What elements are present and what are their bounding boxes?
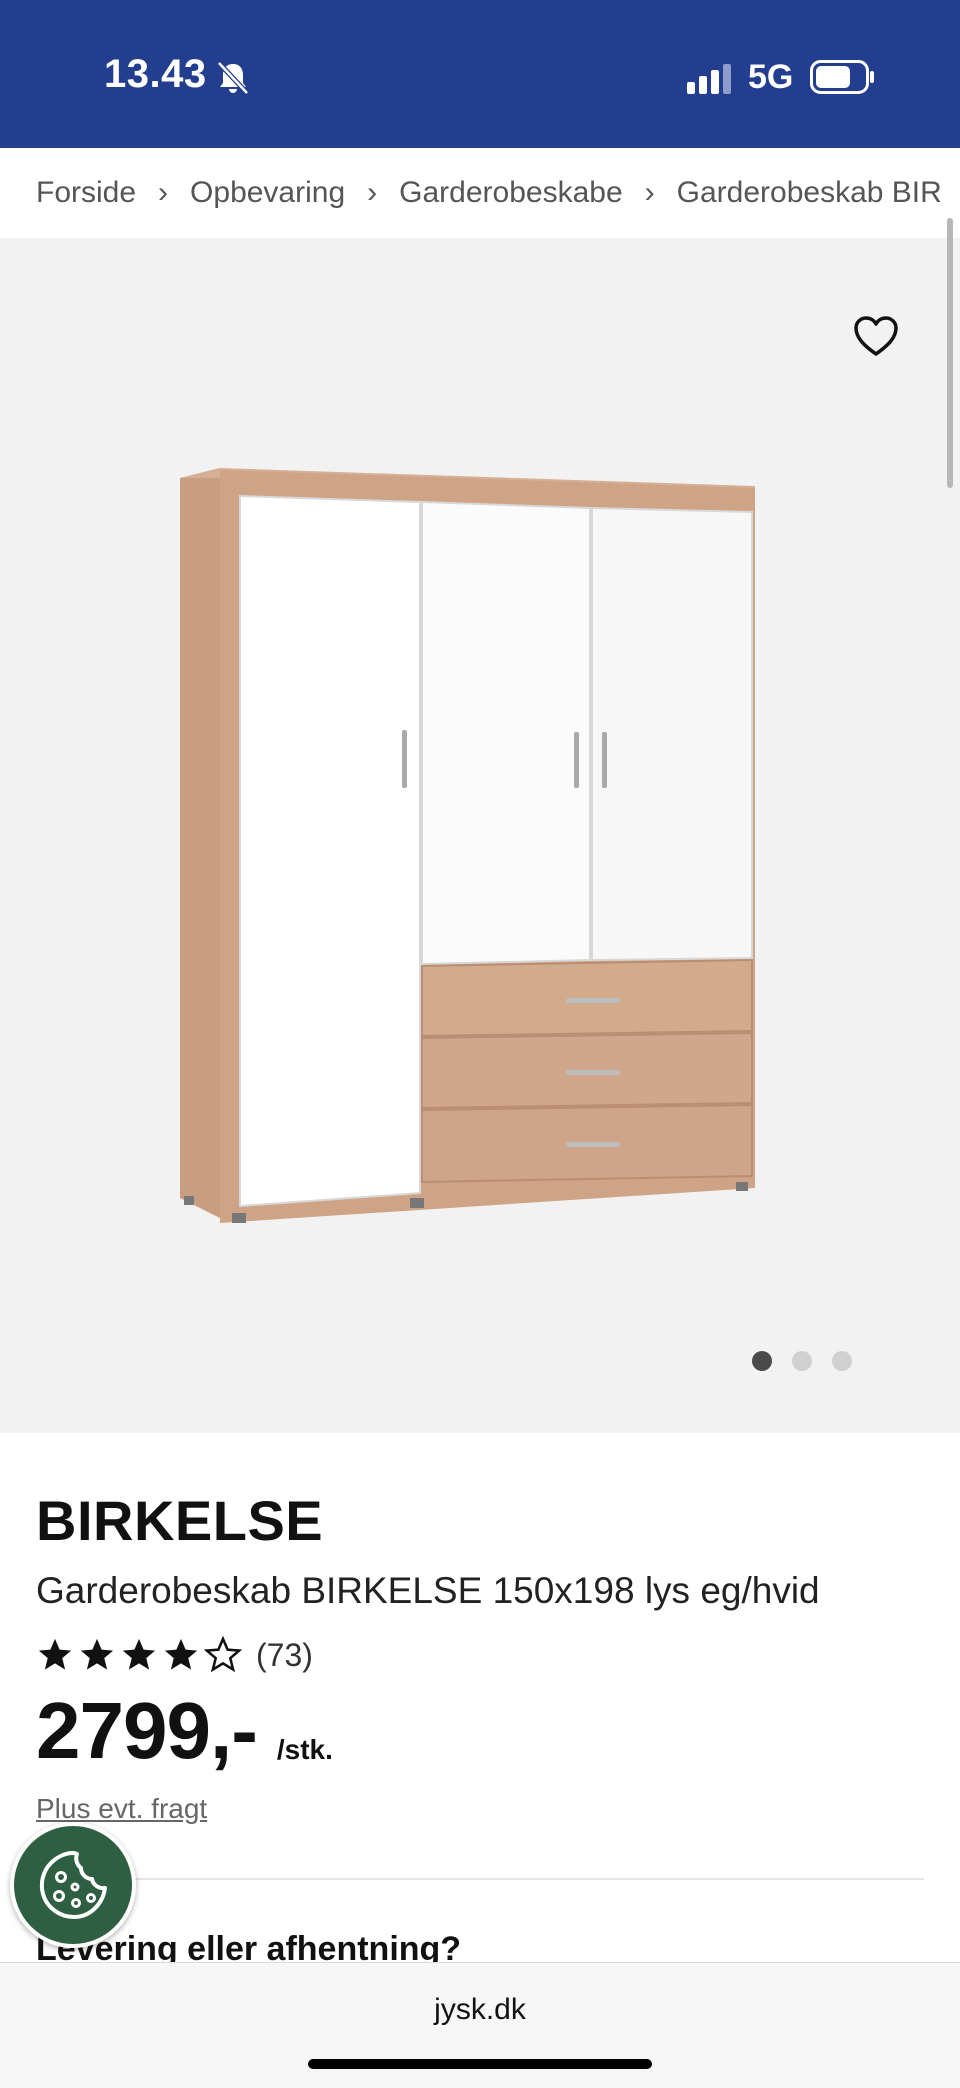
gallery-dot-1[interactable] xyxy=(752,1351,772,1371)
breadcrumb-link-garderobeskabe[interactable]: Garderobeskabe xyxy=(399,176,622,210)
price-unit: /stk. xyxy=(276,1734,333,1765)
product-title: Garderobeskab BIRKELSE 150x198 lys eg/hv… xyxy=(36,1570,820,1611)
product-gallery[interactable] xyxy=(0,238,960,1433)
cookie-settings-button[interactable] xyxy=(10,1822,136,1948)
product-rating[interactable]: (73) xyxy=(36,1636,313,1674)
chevron-right-icon: › xyxy=(158,176,169,209)
address-bar[interactable]: jysk.dk xyxy=(0,1993,960,2027)
bell-muted-icon xyxy=(217,61,249,95)
chevron-right-icon: › xyxy=(367,176,378,209)
product-price: 2799,- xyxy=(36,1686,258,1775)
heart-icon xyxy=(854,316,898,356)
wardrobe-image xyxy=(180,468,755,1223)
breadcrumb-link-forside[interactable]: Forside xyxy=(36,176,136,210)
star-filled-icon xyxy=(80,1638,114,1670)
breadcrumb-link-opbevaring[interactable]: Opbevaring xyxy=(190,176,345,210)
star-filled-icon xyxy=(164,1638,198,1670)
browser-bottom-bar: jysk.dk xyxy=(0,1962,960,2088)
battery-icon xyxy=(810,60,874,94)
gallery-dot-3[interactable] xyxy=(832,1351,852,1371)
breadcrumb-current: Garderobeskab BIR xyxy=(676,176,942,209)
gallery-dot-2[interactable] xyxy=(792,1351,812,1371)
review-count[interactable]: (73) xyxy=(256,1637,313,1674)
star-filled-icon xyxy=(38,1638,72,1670)
breadcrumb: Forside › Opbevaring › Garderobeskabe › … xyxy=(0,148,960,238)
status-bar: 13.43 5G xyxy=(0,0,960,148)
signal-icon xyxy=(687,64,731,94)
product-brand: BIRKELSE xyxy=(36,1489,324,1552)
shipping-link[interactable]: Plus evt. fragt xyxy=(36,1793,207,1825)
price-row: 2799,- /stk. xyxy=(36,1686,333,1776)
star-empty-icon xyxy=(204,1636,242,1673)
chevron-right-icon: › xyxy=(644,176,655,209)
star-filled-icon xyxy=(122,1638,156,1670)
gallery-pagination xyxy=(752,1351,852,1371)
home-indicator[interactable] xyxy=(308,2059,652,2069)
favorite-button[interactable] xyxy=(848,308,904,364)
divider xyxy=(124,1878,924,1880)
cookie-icon xyxy=(39,1851,107,1919)
network-label: 5G xyxy=(748,58,794,96)
scrollbar[interactable] xyxy=(947,218,953,488)
status-time: 13.43 xyxy=(104,52,207,96)
